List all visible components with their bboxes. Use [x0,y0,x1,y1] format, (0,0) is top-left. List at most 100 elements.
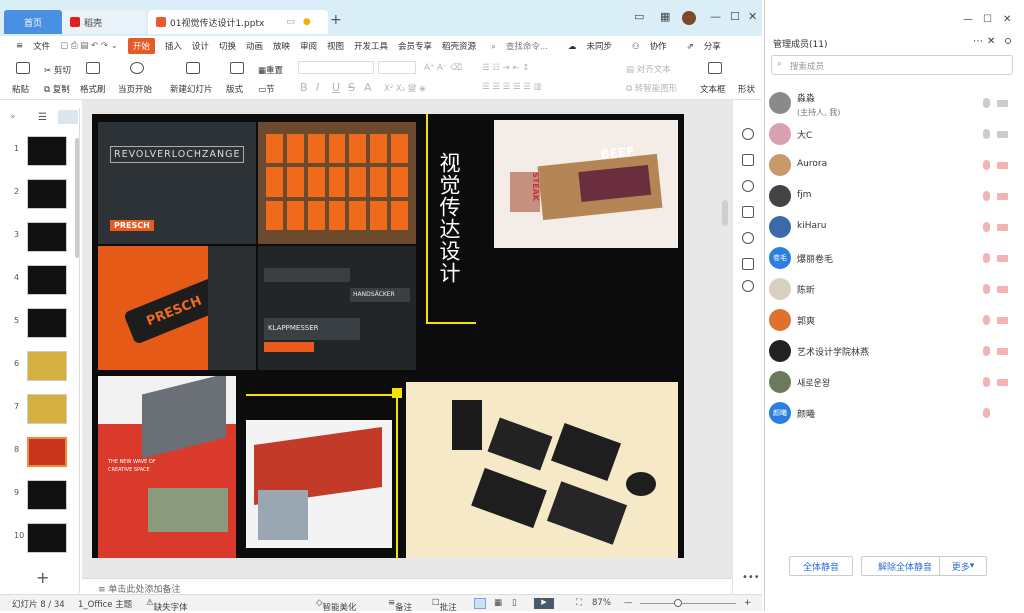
text-effect-icons[interactable]: X² X₂ 變 ◈ [384,82,426,94]
new-slide-button[interactable]: 新建幻灯片 [170,83,213,95]
menu-devtools[interactable]: 开发工具 [354,40,388,52]
mic-icon[interactable] [983,284,990,294]
more-button[interactable]: 更多 ▾ [939,556,987,576]
comments-button[interactable]: ☐ 批注 [432,598,457,613]
camera-icon[interactable] [997,162,1008,169]
search-command[interactable]: ⌕ 查找命令... [486,40,553,52]
mic-icon[interactable] [983,377,990,387]
slide-thumbnail[interactable] [27,523,67,553]
list-buttons[interactable]: ☰ ☷ ⇥ ⇤ ↕ [482,63,529,73]
maximize-icon[interactable]: ☐ [730,10,740,23]
font-name-select[interactable] [298,61,374,74]
mic-icon[interactable] [983,129,990,139]
unsync-button[interactable]: ☁ 未同步 [563,40,617,52]
slide-thumbnail[interactable] [27,136,67,166]
panel-expand-icon[interactable] [1005,38,1011,44]
align-text-button[interactable]: ▤ 对齐文本 [626,63,671,75]
mic-icon[interactable] [983,222,990,232]
paste-button[interactable]: 粘贴 [12,83,29,95]
panel-maximize-icon[interactable]: ☐ [983,14,992,25]
menu-design[interactable]: 设计 [192,40,209,52]
location-icon[interactable] [742,280,754,292]
sorter-view-icon[interactable]: ▦ [494,598,502,608]
slide-scrollbar[interactable] [722,200,728,226]
panel-close-x-icon[interactable]: ✕ [987,36,995,47]
mic-icon[interactable] [983,346,990,356]
notes-button[interactable]: ≡ 备注 [388,598,412,613]
mic-icon[interactable] [983,315,990,325]
mic-icon[interactable] [983,408,990,418]
unmute-all-button[interactable]: 解除全体静音 [861,556,949,576]
fit-icon[interactable]: ⛶ [576,598,582,608]
camera-icon[interactable] [997,100,1008,107]
member-row[interactable]: 卷毛 爆丽卷毛 [769,243,1015,273]
rocket-icon[interactable] [742,128,754,140]
bold-button[interactable]: B [300,81,308,94]
adjust-icon[interactable] [742,154,754,166]
menu-hamburger-icon[interactable]: ≡ [16,41,23,51]
share-button[interactable]: ⇗ 分享 [682,40,726,52]
slide-thumbnail[interactable] [27,308,67,338]
pin-icon[interactable] [742,180,754,192]
zoom-level[interactable]: 87% [592,598,611,608]
close-icon[interactable]: ✕ [748,10,757,23]
cut-button[interactable]: ✂ 剪切 [44,64,71,76]
slideshow-button[interactable]: ▶ [534,598,554,609]
mic-icon[interactable] [983,98,990,108]
underline-button[interactable]: U [332,81,340,94]
member-row[interactable]: 陈昕 [769,274,1015,304]
camera-icon[interactable] [997,224,1008,231]
play-icon[interactable] [130,62,144,74]
member-row[interactable]: Aurora [769,150,1015,180]
menu-transition[interactable]: 切换 [219,40,236,52]
font-color-button[interactable]: A [364,81,372,94]
transition-icon[interactable] [742,206,754,218]
slide-thumbnail[interactable] [27,437,67,467]
minimize-icon[interactable]: — [710,10,721,23]
thumbnail-scrollbar[interactable] [75,138,79,258]
new-slide-icon[interactable] [186,62,200,74]
menu-animation[interactable]: 动画 [246,40,263,52]
member-search-input[interactable]: 搜索成员 [771,55,1013,75]
member-row[interactable]: 艺术设计学院林燕 [769,336,1015,366]
slide-thumbnail[interactable] [27,394,67,424]
new-tab-button[interactable]: + [330,12,342,28]
reading-view-icon[interactable]: ▯ [512,598,517,608]
camera-icon[interactable] [997,193,1008,200]
slide-canvas[interactable]: REVOLVERLOCHZANGE PRESCH PRESCH KLAPPMES… [92,114,684,558]
member-row[interactable]: 大C [769,119,1015,149]
section-button[interactable]: ▭节 [258,83,275,95]
menu-start[interactable]: 开始 [127,38,155,54]
mic-icon[interactable] [983,160,990,170]
slide-thumbnail[interactable] [27,351,67,381]
zoom-slider-thumb[interactable] [674,599,682,607]
window-mode-icon[interactable]: ▭ [634,10,644,23]
mute-all-button[interactable]: 全体静音 [789,556,853,576]
font-size-buttons[interactable]: A⁺ A⁻ ⌫ [424,63,462,73]
camera-icon[interactable] [997,348,1008,355]
copy-button[interactable]: ⧉ 复制 [44,83,70,95]
panel-more-icon[interactable]: ⋯ [973,36,983,47]
zoom-slider[interactable] [640,603,736,604]
textbox-icon[interactable] [708,62,722,74]
camera-icon[interactable] [997,286,1008,293]
zoom-in-icon[interactable]: + [744,598,751,608]
layout-icon[interactable] [230,62,244,74]
tab-daoke[interactable]: 稻壳 [62,10,146,34]
camera-icon[interactable] [997,131,1008,138]
collapse-panel-icon[interactable]: » [10,112,16,122]
outline-view-icon[interactable]: ☰ [38,112,47,123]
play-from-current-button[interactable]: 当页开始 [118,83,152,95]
collab-button[interactable]: ⚇ 协作 [627,40,672,52]
font-size-select[interactable] [378,61,416,74]
paste-icon[interactable] [16,62,30,74]
add-slide-button[interactable]: + [36,568,49,587]
slide-thumbnail[interactable] [27,265,67,295]
textbox-button[interactable]: 文本框 [700,83,726,95]
quick-toolbar-icons[interactable]: ▢ ⎙ ▤ ↶ ↷ ⌄ [60,41,118,51]
brush-icon[interactable] [86,62,100,74]
slide-thumbnail[interactable] [27,480,67,510]
member-row[interactable]: 새로운왕 [769,367,1015,397]
camera-icon[interactable] [997,317,1008,324]
camera-icon[interactable] [997,255,1008,262]
